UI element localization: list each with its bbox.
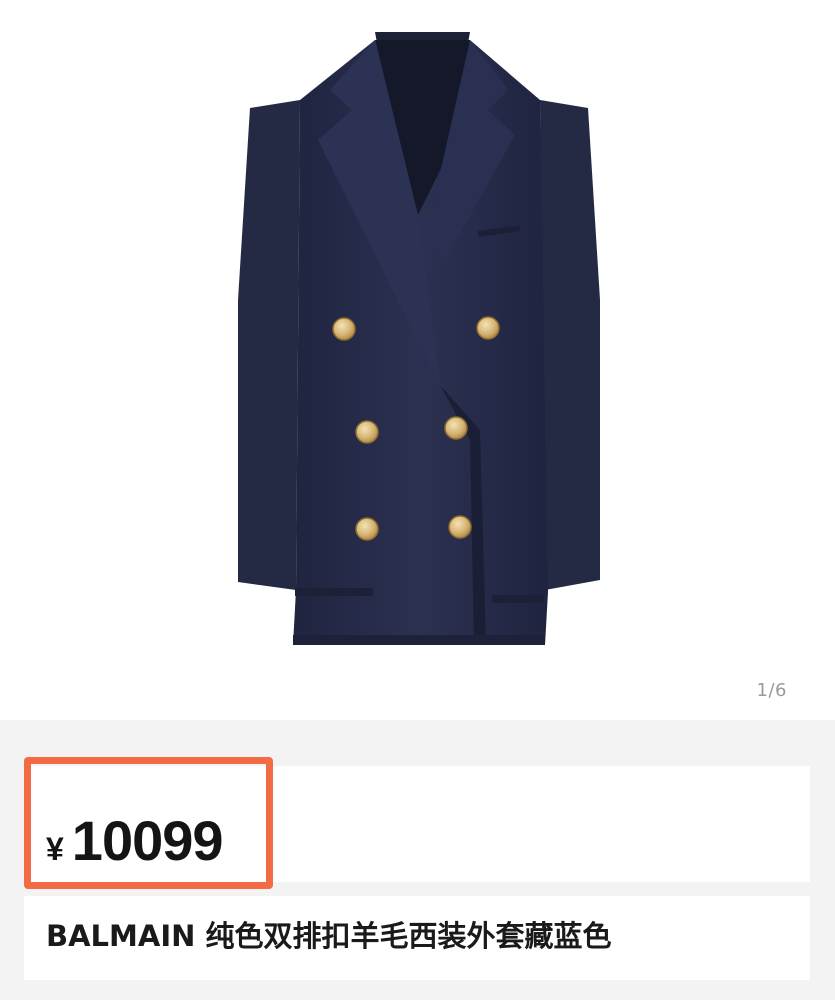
product-title: BALMAIN 纯色双排扣羊毛西装外套藏蓝色 <box>46 919 612 953</box>
product-image-gallery[interactable]: 1/6 <box>0 0 835 720</box>
blazer-image <box>238 32 600 645</box>
price-highlight-box <box>24 757 273 889</box>
product-detail-page: 1/6 ¥ 10099 BALMAIN 纯色双排扣羊毛西装外套藏蓝色 <box>0 0 835 1000</box>
gallery-page-indicator: 1/6 <box>756 680 787 701</box>
